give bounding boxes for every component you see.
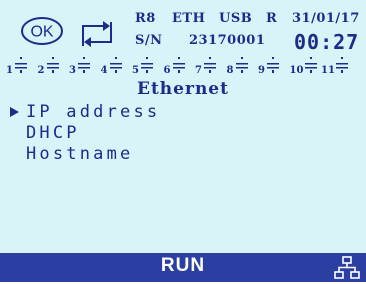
serial-number: 23170001 [189,33,266,48]
channel-number: 6 [163,65,171,76]
page-title: Ethernet [137,79,229,99]
channel-indicator: 10 [290,54,320,76]
channel-status-icon [304,57,317,73]
channel-status-icon [141,57,153,73]
channel-number: 8 [226,65,234,76]
menu-item-ip-address[interactable]: IP address [8,102,160,123]
channel-indicator: 1 [6,54,36,76]
status-run-label: RUN [160,255,206,276]
status-bar: RUN [0,253,366,282]
channel-status-icon [46,57,59,73]
menu-item-label: DHCP [26,123,80,143]
channel-number: 2 [37,65,45,76]
channel-indicator: 3 [69,54,99,76]
channel-number: 4 [100,65,108,76]
channel-status-icon [235,57,248,73]
channel-status-icon [267,57,279,73]
menu-item-label: IP address [26,102,161,122]
ethernet-menu: IP address DHCP Hostname [8,102,160,165]
status-code-eth: ETH [172,11,206,26]
channel-indicator: 8 [227,54,257,76]
ok-label: OK [30,24,53,41]
clock-display: 00:27 [294,30,360,54]
channel-status-icon [109,57,122,73]
date-display: 31/01/17 [292,11,360,26]
channel-status-icon [172,57,185,73]
channel-number: 10 [289,65,304,76]
channel-indicators: 1 2 3 4 5 6 7 8 9 10 11 [6,54,362,76]
channel-number: 5 [132,65,139,76]
channel-status-icon [204,57,216,73]
menu-item-label: Hostname [26,144,134,164]
device-screen: OK R8 ETH USB R 31/01/17 S/N 23170001 00… [0,0,366,282]
channel-indicator: 2 [38,54,68,76]
channel-indicator: 4 [101,54,131,76]
channel-indicator: 11 [321,54,351,76]
channel-indicator: 6 [164,54,194,76]
menu-item-dhcp[interactable]: DHCP [8,123,160,144]
channel-number: 11 [321,65,335,76]
channel-indicator: 7 [195,54,225,76]
channel-status-icon [15,57,27,73]
ok-circle-icon: OK [20,16,64,46]
network-icon [334,256,360,280]
status-code-usb: USB [219,11,253,26]
channel-status-icon [78,57,90,73]
selection-cursor-icon [10,107,19,117]
channel-indicator: 9 [258,54,288,76]
channel-number: 1 [6,65,13,76]
channel-indicator: 5 [132,54,162,76]
status-code-r8: R8 [135,11,156,26]
status-code-r: R [266,11,278,26]
channel-status-icon [336,57,348,73]
channel-number: 9 [258,65,265,76]
channel-number: 7 [195,65,202,76]
channel-number: 3 [69,65,76,76]
sync-arrows-icon [77,16,117,52]
serial-label: S/N [135,33,163,48]
menu-item-hostname[interactable]: Hostname [8,144,160,165]
